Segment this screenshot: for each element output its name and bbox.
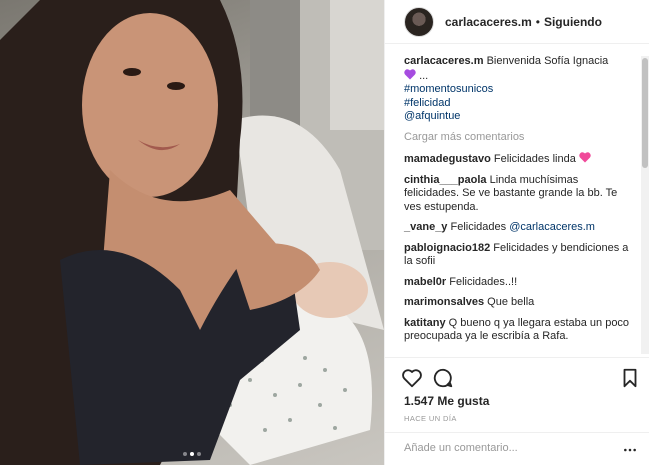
more-options-icon[interactable] (623, 443, 637, 457)
post-sidebar: carlacaceres.m • Siguiendo carlacaceres.… (384, 0, 649, 465)
post-header: carlacaceres.m • Siguiendo (385, 0, 649, 44)
comment-item: marimonsalves Que bella (404, 296, 633, 310)
pink-hearts-emoji (579, 152, 591, 163)
comment-text: Felicidades linda (493, 153, 576, 165)
follow-button[interactable]: Siguiendo (544, 15, 602, 29)
bookmark-icon[interactable] (619, 367, 641, 389)
comment-username[interactable]: pabloignacio182 (404, 242, 490, 254)
load-more-comments-button[interactable]: Cargar más comentarios (404, 131, 633, 145)
post-actions: 1.547 Me gusta HACE UN DÍA (385, 357, 649, 465)
photo-illustration (0, 0, 384, 465)
comment-text: Felicidades (450, 221, 507, 233)
comment-text: Que bella (487, 296, 535, 308)
caption-username[interactable]: carlacaceres.m (404, 55, 484, 67)
comment-username[interactable]: cinthia___paola (404, 174, 487, 186)
comment-username[interactable]: _vane_y (404, 221, 447, 233)
add-comment-bar (385, 432, 649, 465)
comment-icon[interactable] (432, 367, 454, 389)
hashtag-link[interactable]: #felicidad (404, 97, 633, 111)
comment-item: mabel0r Felicidades..!! (404, 276, 633, 290)
carousel-indicator (183, 452, 201, 456)
comment-item: cinthia___paola Linda muchísimas felicid… (404, 174, 633, 215)
comment-username[interactable]: katitany (404, 317, 446, 329)
comments-scrollbar[interactable] (641, 56, 649, 354)
comment-item: _vane_y Felicidades @carlacaceres.m (404, 221, 633, 235)
header-separator: • (535, 14, 540, 29)
scrollbar-thumb[interactable] (642, 58, 648, 168)
purple-heart-emoji (404, 68, 416, 79)
comment-text: Felicidades..!! (449, 275, 518, 288)
comment-item: pabloignacio182 Felicidades y bendicione… (404, 242, 633, 269)
likes-count[interactable]: 1.547 Me gusta (404, 394, 489, 408)
caption-ellipsis: ... (419, 69, 429, 82)
comment-item: katitany Q bueno q ya llegara estaba un … (404, 317, 633, 344)
comment-username[interactable]: marimonsalves (404, 296, 484, 308)
action-icons-row (401, 367, 641, 389)
header-username[interactable]: carlacaceres.m (445, 15, 532, 29)
caption-text: Bienvenida Sofía Ignacia (486, 55, 609, 67)
comment-username[interactable]: mamadegustavo (404, 153, 491, 165)
carousel-dot (183, 452, 187, 456)
hashtag-link[interactable]: #momentosunicos (404, 83, 633, 97)
mention-link[interactable]: @carlacaceres.m (509, 221, 595, 233)
heart-icon[interactable] (401, 367, 423, 389)
post-timestamp[interactable]: HACE UN DÍA (404, 414, 457, 423)
caption: carlacaceres.m Bienvenida Sofía Ignacia … (404, 55, 633, 124)
comment-username[interactable]: mabel0r (404, 276, 446, 288)
avatar[interactable] (404, 6, 434, 37)
add-comment-input[interactable] (404, 442, 604, 454)
comment-item: mamadegustavo Felicidades linda (404, 152, 633, 167)
carousel-dot (197, 452, 201, 456)
post-photo[interactable] (0, 0, 384, 465)
comments-list: carlacaceres.m Bienvenida Sofía Ignacia … (385, 55, 643, 355)
mention-link[interactable]: @afquintue (404, 110, 633, 124)
carousel-dot-active (190, 452, 194, 456)
